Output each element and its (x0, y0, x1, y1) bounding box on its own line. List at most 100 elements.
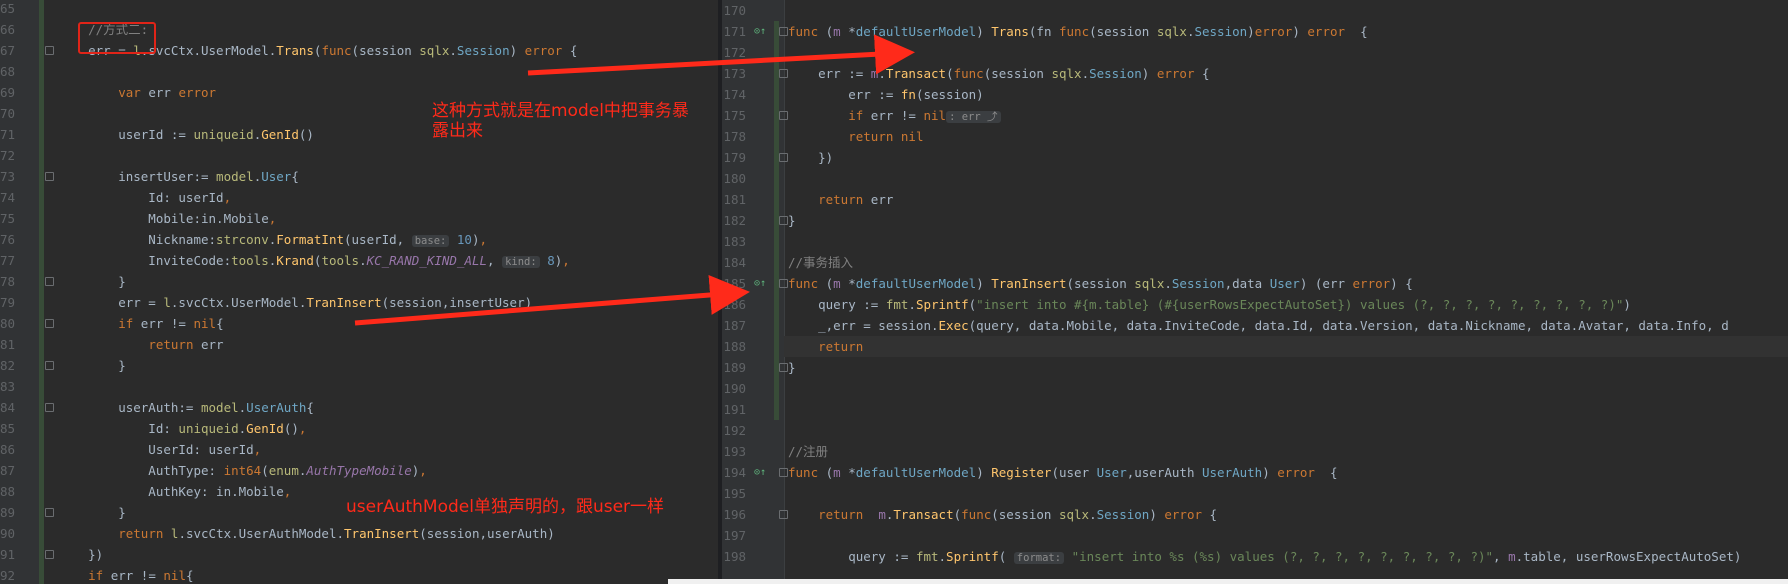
line-number[interactable]: 190 (722, 378, 746, 399)
code-line[interactable]: 78 } (0, 271, 718, 292)
line-number[interactable]: 75 (0, 208, 15, 229)
code-line[interactable]: 81 return err (0, 334, 718, 355)
fold-toggle-icon[interactable] (779, 468, 788, 477)
line-number[interactable]: 66 (0, 19, 15, 40)
line-number[interactable]: 171 (722, 21, 746, 42)
fold-toggle-icon[interactable] (45, 172, 54, 181)
code-line[interactable]: 184 //事务插入 (722, 252, 1788, 273)
line-number[interactable]: 181 (722, 189, 746, 210)
line-number[interactable]: 179 (722, 147, 746, 168)
code-text[interactable]: } (58, 271, 126, 292)
code-line[interactable]: 179 }) (722, 147, 1788, 168)
code-line[interactable]: 74 Id: userId, (0, 187, 718, 208)
code-line[interactable]: 173 err := m.Transact(func(session sqlx.… (722, 63, 1788, 84)
fold-toggle-icon[interactable] (45, 403, 54, 412)
code-line[interactable]: 192 (722, 420, 1788, 441)
implements-icon[interactable]: ⊙↑ (754, 21, 766, 42)
line-number[interactable]: 82 (0, 355, 15, 376)
line-number[interactable]: 192 (722, 420, 746, 441)
code-text[interactable]: Mobile:in.Mobile, (58, 208, 276, 229)
code-line[interactable]: 87 AuthType: int64(enum.AuthTypeMobile), (0, 460, 718, 481)
line-number[interactable]: 180 (722, 168, 746, 189)
line-number[interactable]: 196 (722, 504, 746, 525)
line-number[interactable]: 85 (0, 418, 15, 439)
code-line[interactable]: 174 err := fn(session) (722, 84, 1788, 105)
line-number[interactable]: 189 (722, 357, 746, 378)
line-number[interactable]: 185 (722, 273, 746, 294)
line-number[interactable]: 76 (0, 229, 15, 250)
code-line[interactable]: 188 return (722, 336, 1788, 357)
code-line[interactable]: 185 func (m *defaultUserModel) TranInsert… (722, 273, 1788, 294)
code-text[interactable]: //事务插入 (788, 252, 853, 273)
line-number[interactable]: 183 (722, 231, 746, 252)
code-line[interactable]: 187 _,err = session.Exec(query, data.Mob… (722, 315, 1788, 336)
code-line[interactable]: 181 return err (722, 189, 1788, 210)
line-number[interactable]: 89 (0, 502, 15, 523)
code-text[interactable]: userAuth:= model.UserAuth{ (58, 397, 314, 418)
line-number[interactable]: 188 (722, 336, 746, 357)
code-line[interactable]: 196 return m.Transact(func(session sqlx.… (722, 504, 1788, 525)
code-text[interactable]: } (58, 355, 126, 376)
code-text[interactable]: InviteCode:tools.Krand(tools.KC_RAND_KIN… (58, 250, 570, 273)
code-line[interactable]: 171 func (m *defaultUserModel) Trans(fn f… (722, 21, 1788, 42)
code-text[interactable]: func (m *defaultUserModel) Register(user… (788, 462, 1338, 483)
line-number[interactable]: 178 (722, 126, 746, 147)
fold-toggle-icon[interactable] (45, 277, 54, 286)
line-number[interactable]: 73 (0, 166, 15, 187)
code-text[interactable]: if err != nil: err ⤴ (788, 105, 1001, 128)
code-text[interactable]: return err (58, 334, 223, 355)
code-line[interactable]: 69 var err error (0, 82, 718, 103)
fold-toggle-icon[interactable] (779, 363, 788, 372)
line-number[interactable]: 91 (0, 544, 15, 565)
code-line[interactable]: 92 if err != nil{ (0, 565, 718, 584)
code-text[interactable]: AuthType: int64(enum.AuthTypeMobile), (58, 460, 427, 481)
code-line[interactable]: 65 (0, 0, 718, 19)
fold-toggle-icon[interactable] (45, 319, 54, 328)
code-text[interactable]: return (788, 336, 863, 357)
line-number[interactable]: 90 (0, 523, 15, 544)
line-number[interactable]: 80 (0, 313, 15, 334)
implements-icon[interactable]: ⊙↑ (754, 462, 766, 483)
code-text[interactable]: return m.Transact(func(session sqlx.Sess… (788, 504, 1217, 525)
code-line[interactable]: 178 return nil (722, 126, 1788, 147)
line-number[interactable]: 71 (0, 124, 15, 145)
line-number[interactable]: 187 (722, 315, 746, 336)
code-line[interactable]: 193 //注册 (722, 441, 1788, 462)
line-number[interactable]: 70 (0, 103, 15, 124)
line-number[interactable]: 172 (722, 42, 746, 63)
right-editor-pane[interactable]: 170 171 func (m *defaultUserModel) Trans(f… (722, 0, 1788, 584)
code-line[interactable]: 75 Mobile:in.Mobile, (0, 208, 718, 229)
code-line[interactable]: 197 (722, 525, 1788, 546)
code-text[interactable]: query := fmt.Sprintf("insert into #{m.ta… (788, 294, 1631, 315)
line-number[interactable]: 67 (0, 40, 15, 61)
code-text[interactable]: var err error (58, 82, 216, 103)
code-line[interactable]: 73 insertUser:= model.User{ (0, 166, 718, 187)
code-line[interactable]: 84 userAuth:= model.UserAuth{ (0, 397, 718, 418)
code-text[interactable]: }) (58, 544, 103, 565)
fold-toggle-icon[interactable] (779, 153, 788, 162)
code-line[interactable]: 190 (722, 378, 1788, 399)
code-line[interactable]: 76 Nickname:strconv.FormatInt(userId, ba… (0, 229, 718, 250)
line-number[interactable]: 74 (0, 187, 15, 208)
line-number[interactable]: 86 (0, 439, 15, 460)
code-text[interactable]: Nickname:strconv.FormatInt(userId, base:… (58, 229, 487, 252)
line-number[interactable]: 83 (0, 376, 15, 397)
line-number[interactable]: 69 (0, 82, 15, 103)
line-number[interactable]: 175 (722, 105, 746, 126)
code-text[interactable]: err := fn(session) (788, 84, 983, 105)
code-line[interactable]: 82 } (0, 355, 718, 376)
line-number[interactable]: 198 (722, 546, 746, 567)
line-number[interactable]: 182 (722, 210, 746, 231)
fold-toggle-icon[interactable] (45, 46, 54, 55)
fold-toggle-icon[interactable] (45, 550, 54, 559)
code-text[interactable]: func (m *defaultUserModel) Trans(fn func… (788, 21, 1368, 42)
code-line[interactable]: 91 }) (0, 544, 718, 565)
line-number[interactable]: 184 (722, 252, 746, 273)
code-line[interactable]: 191 (722, 399, 1788, 420)
line-number[interactable]: 87 (0, 460, 15, 481)
code-line[interactable]: 182} (722, 210, 1788, 231)
horizontal-scrollbar[interactable] (668, 579, 1788, 584)
code-text[interactable]: return l.svcCtx.UserAuthModel.TranInsert… (58, 523, 555, 544)
code-text[interactable]: Id: uniqueid.GenId(), (58, 418, 306, 439)
code-line[interactable]: 186 query := fmt.Sprintf("insert into #{… (722, 294, 1788, 315)
